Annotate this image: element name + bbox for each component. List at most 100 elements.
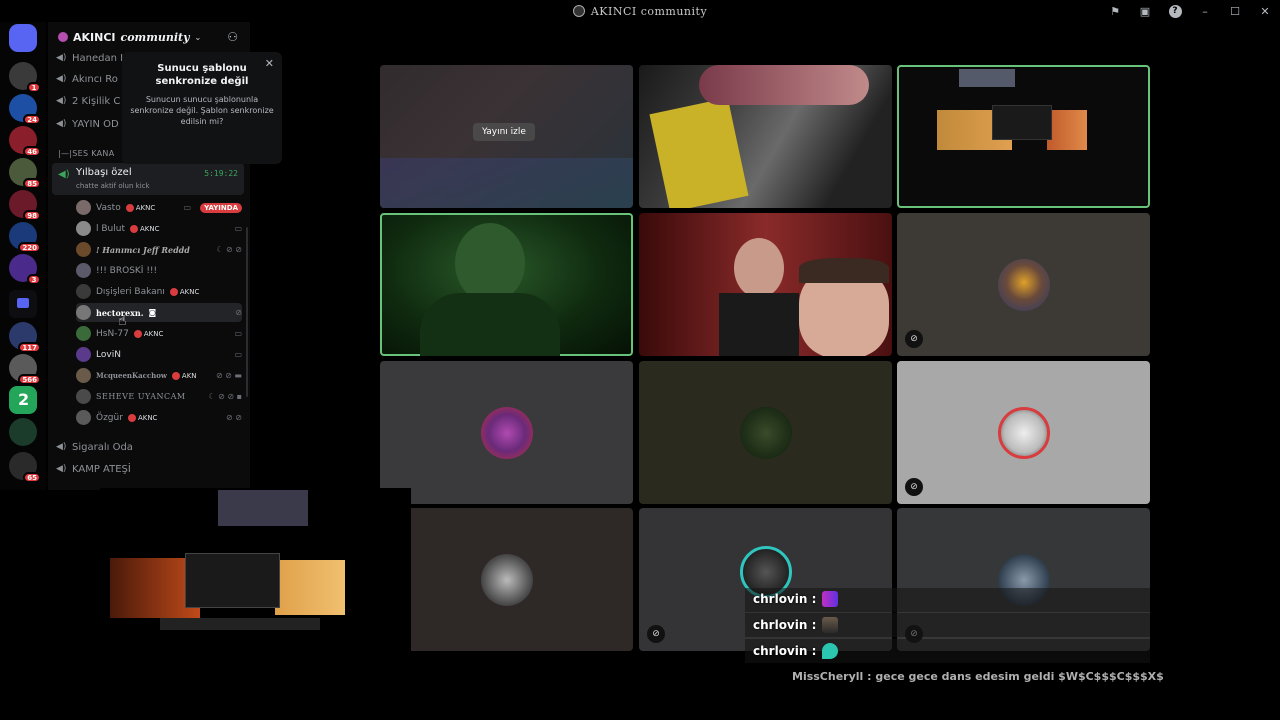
video-tile[interactable]	[639, 213, 892, 356]
sidebar-scrollbar[interactable]	[246, 227, 248, 397]
member-tag: AKN	[172, 372, 197, 380]
voice-member[interactable]: McqueenKacchow AKN ⊘ ⊘ ▬	[76, 366, 242, 385]
category-header[interactable]: |—|SES KANA	[58, 149, 114, 158]
status-icons: ⊘ ⊘	[226, 413, 242, 422]
titlebar-controls: ⚑ ▣ ? – ☐ ✕	[1100, 0, 1280, 22]
server-badge: 65	[23, 472, 41, 483]
folder-icon[interactable]	[9, 290, 37, 318]
video-tile[interactable]	[897, 65, 1150, 208]
voice-member[interactable]: ! Hanımcı Jeff Reddd ☾ ⊘ ⊘	[76, 240, 242, 259]
video-feed	[1047, 110, 1087, 150]
camera-feed	[218, 490, 308, 526]
avatar	[997, 258, 1050, 311]
channel-item[interactable]: ◀) Hanedan H	[56, 48, 128, 68]
video-feed	[992, 105, 1052, 140]
camera-icon: ▭	[183, 203, 192, 212]
add-member-icon[interactable]: ⚇	[227, 30, 238, 44]
channel-label: KAMP ATEŞİ	[72, 463, 131, 475]
voice-member[interactable]: LoviN ▭	[76, 345, 242, 364]
speaker-icon: ◀)	[58, 169, 70, 180]
active-voice-channel[interactable]: ◀) Yılbaşı özel chatte aktif olun kick 5…	[52, 163, 244, 195]
video-feed	[959, 69, 1015, 87]
screen-icon[interactable]: ▣	[1130, 0, 1160, 22]
server-badge: 85	[23, 178, 41, 189]
channel-item[interactable]: ◀) Sigaralı Oda	[56, 437, 133, 457]
server-icon-3[interactable]: 46	[9, 126, 41, 157]
server-icon-9[interactable]: 566	[9, 354, 41, 385]
voice-member[interactable]: !!! BROSKİ !!!	[76, 261, 242, 280]
server-icon-10[interactable]: 2	[9, 386, 37, 414]
user-tile[interactable]	[380, 508, 633, 651]
help-icon[interactable]: ?	[1160, 0, 1190, 22]
voice-member[interactable]: SEHEVE UYANCAM ☾ ⊘ ⊘ ▪	[76, 387, 242, 406]
voice-member[interactable]: HsN-77 AKNC ▭	[76, 324, 242, 343]
watch-stream-button[interactable]: Yayını izle	[473, 123, 535, 141]
server-icon-1[interactable]: 1	[9, 62, 41, 93]
server-badge: 3	[27, 274, 41, 285]
member-name: SEHEVE UYANCAM	[96, 392, 186, 401]
member-name: LoviN	[96, 349, 121, 360]
server-rail: 1 24 46 85 98 220 3 117 566 2 65	[0, 22, 46, 490]
chat-text: : gece gece dans edesim geldi $W$C$$$C$$…	[867, 670, 1164, 683]
server-icon-5[interactable]: 98	[9, 190, 41, 221]
flag-icon[interactable]: ⚑	[1100, 0, 1130, 22]
channel-label: 2 Kişilik C	[72, 95, 121, 107]
voice-member[interactable]: Özgür AKNC ⊘ ⊘	[76, 408, 242, 427]
channel-item[interactable]: ◀) Akıncı Ro	[56, 69, 118, 89]
speaker-icon: ◀)	[56, 74, 67, 84]
server-icon-11[interactable]	[9, 418, 37, 446]
stream-preview	[380, 158, 633, 208]
server-badge: 566	[18, 374, 41, 385]
video-feed	[734, 238, 784, 298]
user-tile[interactable]	[380, 361, 633, 504]
video-tile[interactable]	[380, 213, 633, 356]
channel-item[interactable]: ◀) YAYIN OD	[56, 114, 119, 134]
avatar	[480, 553, 533, 606]
server-icon-6[interactable]: 220	[9, 222, 41, 253]
close-icon[interactable]: ✕	[1250, 0, 1280, 22]
live-badge: YAYINDA	[200, 202, 242, 213]
video-feed	[649, 97, 749, 208]
avatar	[997, 406, 1050, 459]
chat-user: chrlovin	[753, 592, 808, 606]
tooltip-body: Sunucun sunucu şablonunla senkronize değ…	[130, 95, 274, 126]
channel-timer: 5:19:22	[204, 169, 238, 178]
camera-icon: ▭	[234, 350, 242, 359]
server-badge: 98	[23, 210, 41, 221]
server-icon-12[interactable]: 65	[9, 452, 41, 483]
minimize-icon[interactable]: –	[1190, 0, 1220, 22]
server-name-italic: community	[120, 30, 190, 44]
user-tile[interactable]: ⊘	[897, 361, 1150, 504]
close-icon[interactable]: ✕	[265, 57, 274, 70]
server-icon-2[interactable]: 24	[9, 94, 41, 125]
stream-tile[interactable]: Yayını izle	[380, 65, 633, 208]
emote-icon	[822, 617, 839, 633]
channel-label: YAYIN OD	[72, 118, 119, 130]
voice-member[interactable]: Vasto AKNC ▭ YAYINDA	[76, 198, 242, 217]
server-icon-8[interactable]: 117	[9, 322, 41, 353]
voice-member[interactable]: Dışişleri Bakanı AKNC	[76, 282, 242, 301]
user-tile[interactable]	[639, 361, 892, 504]
chat-line: chrlovin :	[753, 643, 839, 659]
speaker-icon: ◀)	[56, 96, 67, 106]
channel-status: chatte aktif olun kick	[76, 182, 150, 190]
avatar	[76, 389, 91, 404]
server-icon-7[interactable]: 3	[9, 254, 41, 285]
avatar	[76, 263, 91, 278]
server-badge: 117	[18, 342, 41, 353]
chevron-down-icon: ⌄	[194, 32, 202, 42]
video-tile[interactable]	[639, 65, 892, 208]
channel-label: Sigaralı Oda	[72, 441, 133, 453]
discord-home-icon[interactable]	[9, 24, 37, 52]
member-tag: AKNC	[130, 225, 160, 233]
status-icons: ☾ ⊘ ⊘ ▪	[208, 392, 242, 401]
voice-member[interactable]: hectorexn. ◙ ⊘	[76, 303, 242, 322]
maximize-icon[interactable]: ☐	[1220, 0, 1250, 22]
template-sync-tooltip: ✕ Sunucu şablonu senkronize değil Sunucu…	[122, 52, 282, 164]
server-icon-4[interactable]: 85	[9, 158, 41, 189]
user-tile[interactable]: ⊘	[897, 213, 1150, 356]
channel-item[interactable]: ◀) 2 Kişilik C	[56, 91, 120, 111]
status-icons: ☾ ⊘ ⊘	[216, 245, 242, 254]
voice-member[interactable]: l Bulut AKNC ▭	[76, 219, 242, 238]
channel-item[interactable]: ◀) KAMP ATEŞİ	[56, 459, 131, 479]
